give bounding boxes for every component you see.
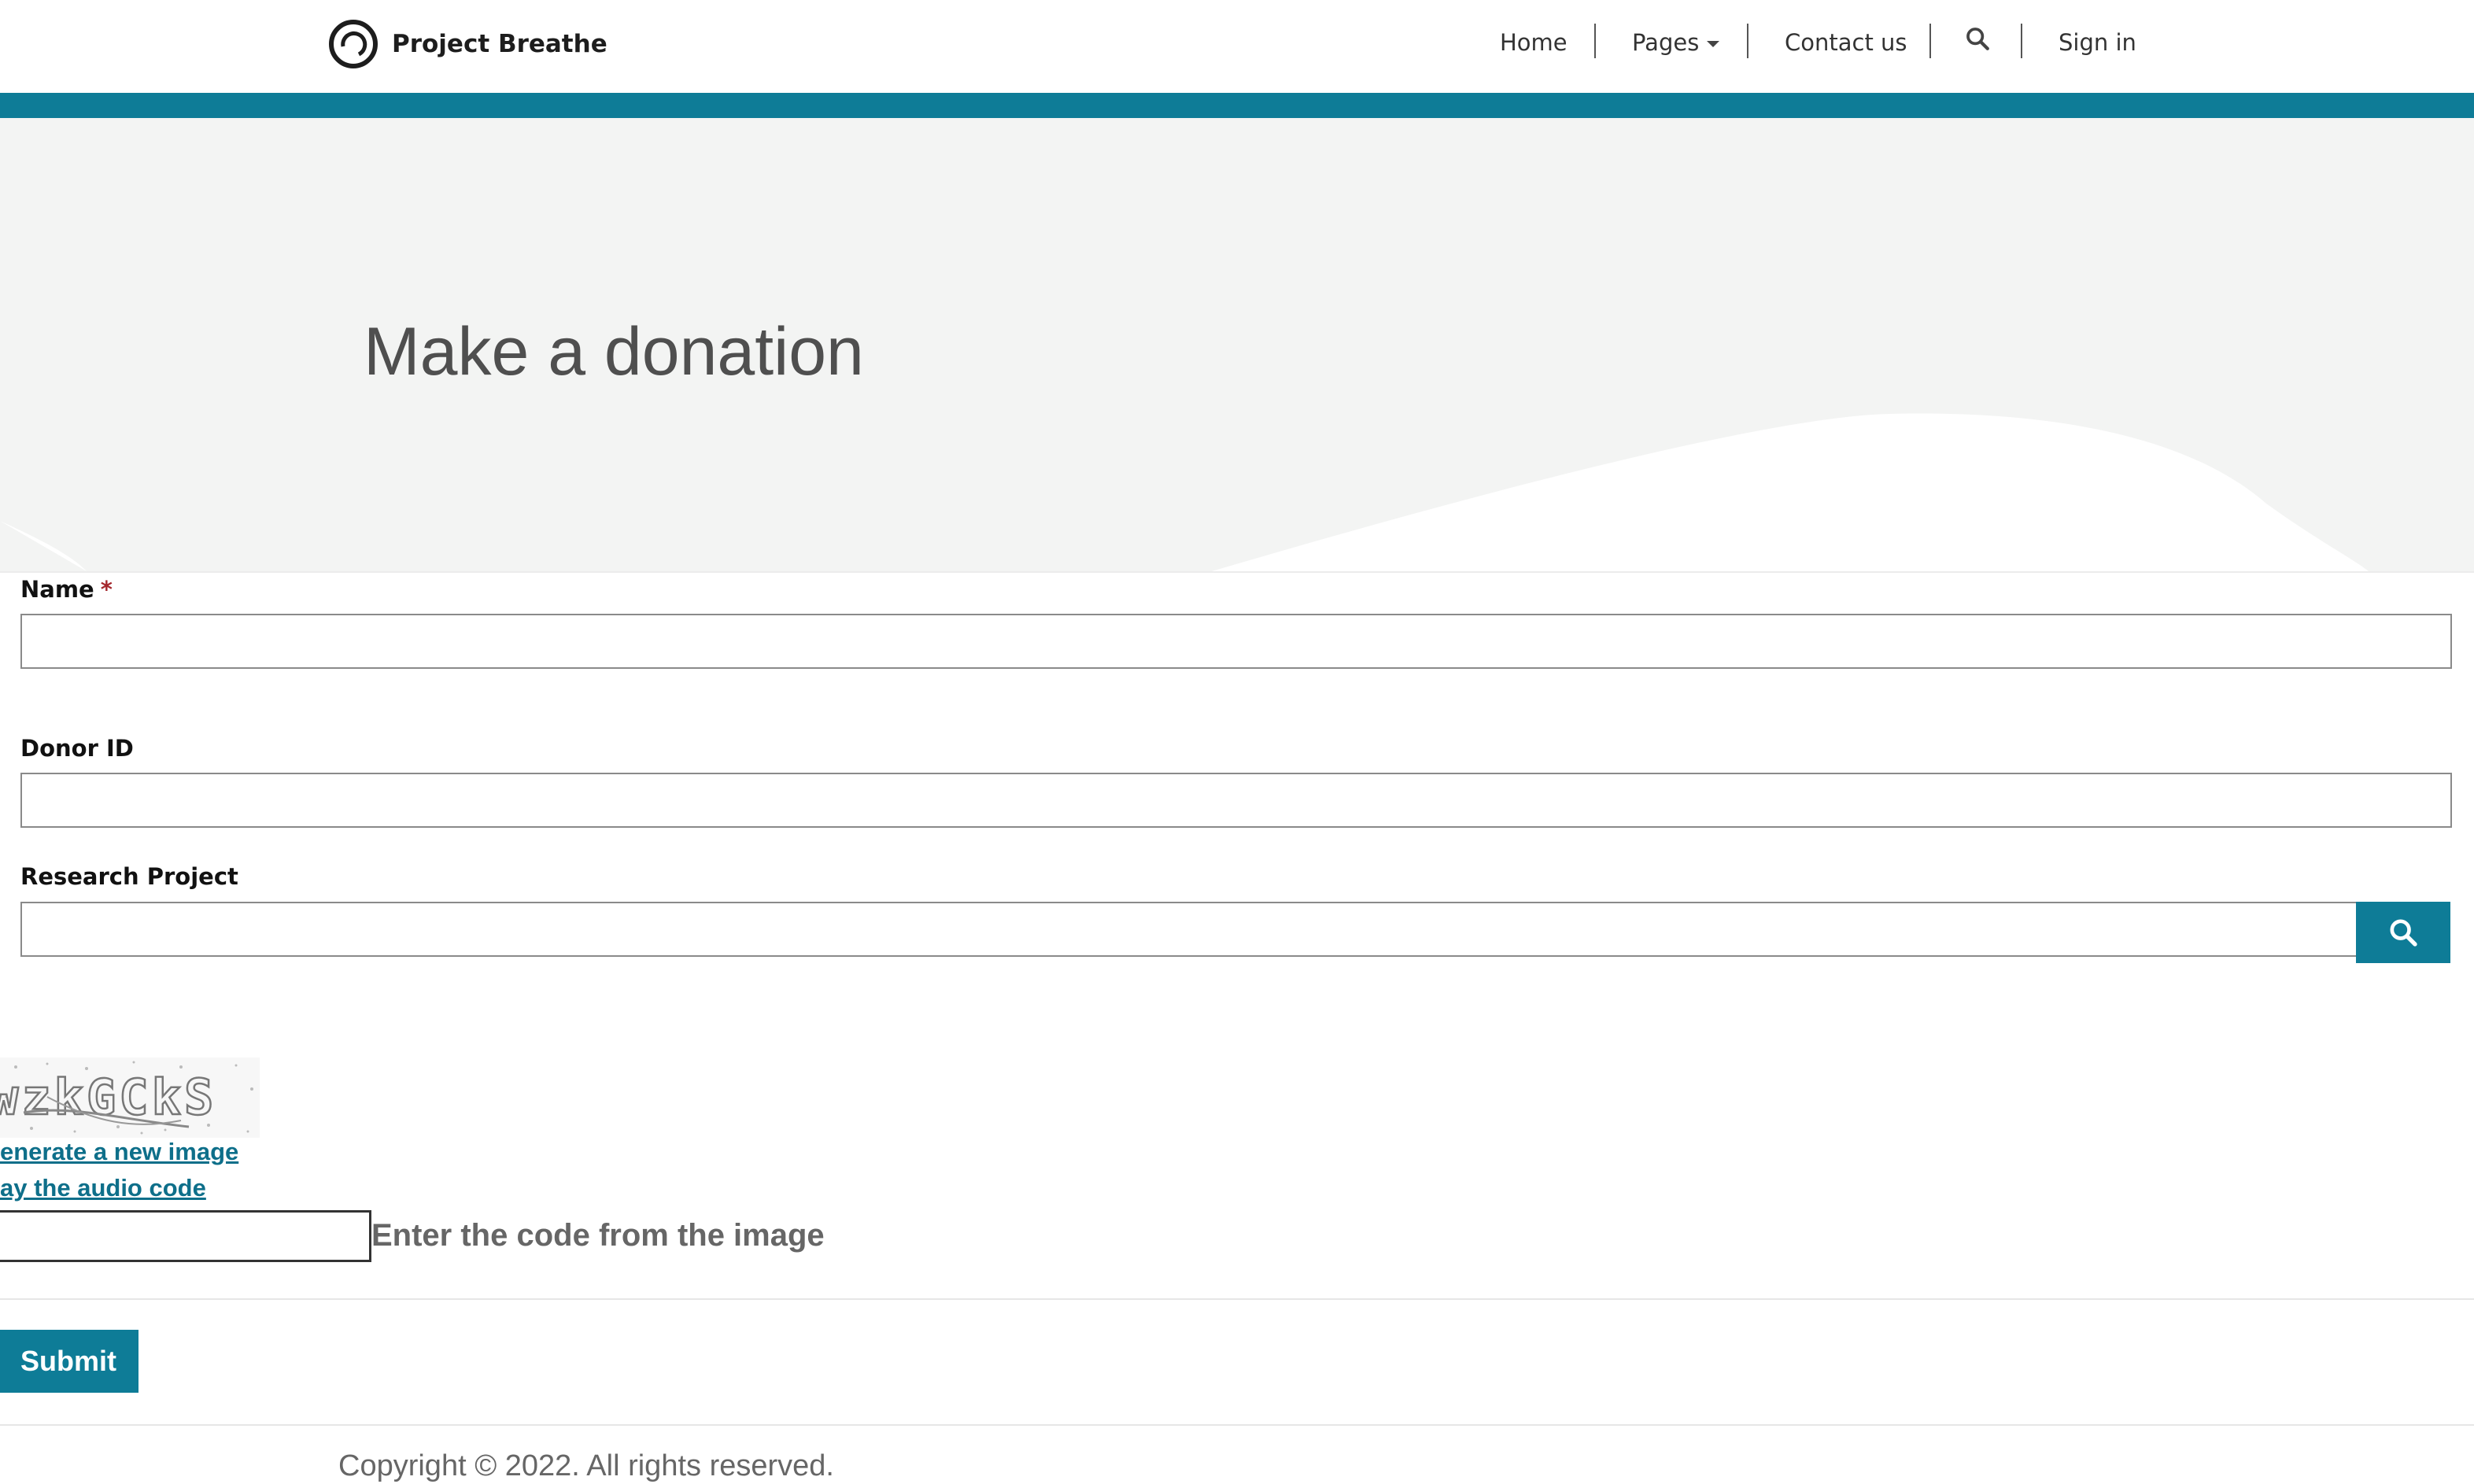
nav-pages-label: Pages [1632,29,1700,56]
divider [0,1424,2474,1426]
divider [0,1298,2474,1300]
nav-divider [1747,24,1748,58]
nav-contact-us[interactable]: Contact us [1785,22,1907,63]
name-label-text: Name [20,576,94,603]
research-project-input[interactable] [20,902,2358,957]
nav-search-button[interactable] [1964,24,1991,65]
copyright-text: Copyright © 2022. All rights reserved. [338,1449,834,1482]
play-audio-code-link[interactable]: ay the audio code [0,1174,206,1202]
nav-divider [1594,24,1596,58]
research-project-label: Research Project [20,863,238,890]
search-icon [2390,919,2417,947]
divider [0,571,2474,573]
captcha-code-input[interactable] [0,1210,371,1262]
site-header: Project Breathe Home Pages Contact us Si… [0,0,2474,93]
required-marker: * [100,576,113,603]
brand-name: Project Breathe [392,30,607,58]
captcha-hint: Enter the code from the image [371,1218,825,1253]
header-accent-bar [0,93,2474,118]
research-project-lookup-button[interactable] [2356,902,2450,963]
donor-id-input[interactable] [20,773,2452,828]
submit-button[interactable]: Submit [0,1330,138,1393]
captcha-image: wzkGCkS [0,1058,260,1138]
generate-new-image-link[interactable]: enerate a new image [0,1138,238,1166]
search-icon [1966,28,1989,50]
nav-sign-in[interactable]: Sign in [2059,22,2136,63]
hero-banner: Make a donation [0,118,2474,571]
nav-home[interactable]: Home [1500,22,1567,63]
nav-divider [2021,24,2022,58]
donor-id-label: Donor ID [20,735,134,762]
nav-pages-dropdown[interactable]: Pages [1632,22,1720,63]
ring-logo-icon [329,20,378,68]
caret-down-icon [1707,41,1720,47]
brand-link[interactable]: Project Breathe [327,17,607,71]
nav-divider [1929,24,1931,58]
page-title: Make a donation [364,314,864,389]
name-input[interactable] [20,614,2452,669]
name-label: Name * [20,576,113,603]
captcha-image-text: wzkGCkS [0,1069,216,1126]
